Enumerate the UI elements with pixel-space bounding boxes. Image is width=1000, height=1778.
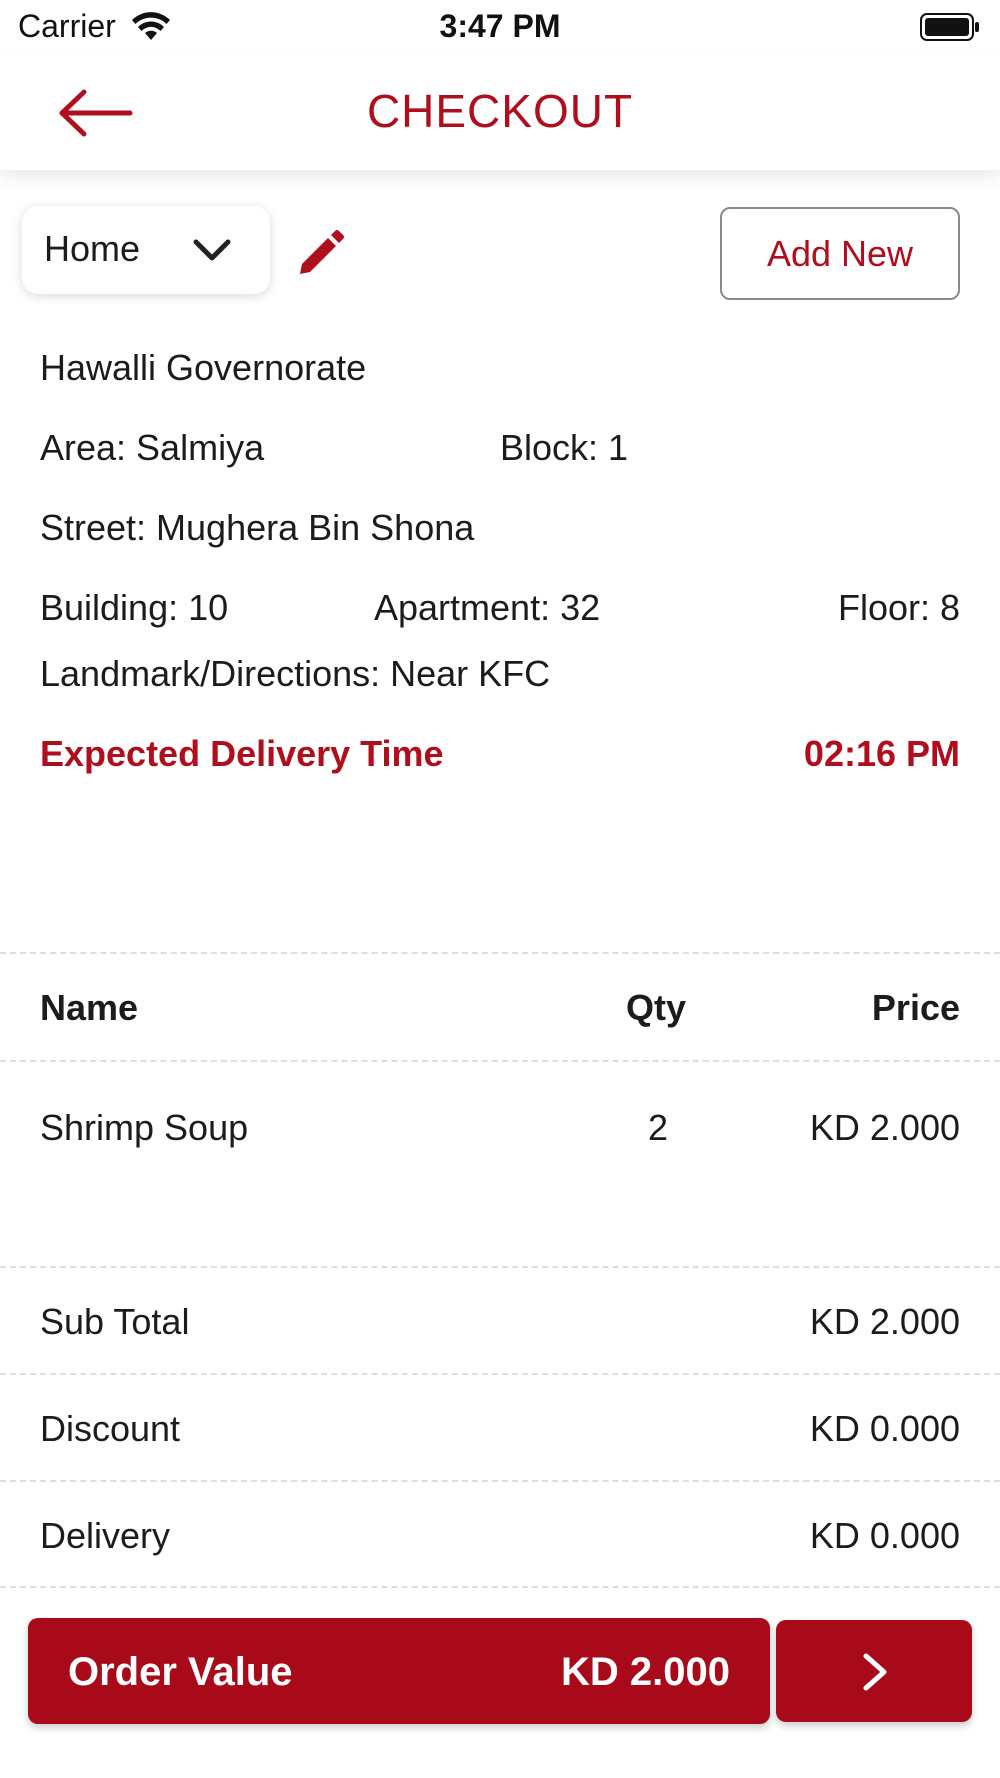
navigation-bar: CHECKOUT [0,56,1000,170]
address-floor: Floor: 8 [837,587,960,628]
address-dropdown-label: Home [44,228,141,269]
address-street: Street: Mughera Bin Shona [40,507,475,548]
address-block: Block: 1 [500,427,629,468]
delivery-time-value: 02:16 PM [803,733,960,774]
order-value-label: Order Value [68,1650,293,1694]
page-title: CHECKOUT [366,85,634,137]
item-price: KD 2.000 [809,1107,960,1148]
delivery-fee-label: Delivery [40,1515,171,1556]
status-bar: Carrier 3:47 PM [0,0,1000,56]
divider [0,1480,1000,1482]
delivery-fee-value: KD 0.000 [809,1515,960,1556]
item-name: Shrimp Soup [40,1107,249,1148]
divider [0,1060,1000,1062]
discount-value: KD 0.000 [809,1408,960,1449]
discount-label: Discount [40,1408,181,1449]
table-header-price: Price [871,987,960,1028]
address-building: Building: 10 [40,587,229,628]
address-governorate: Hawalli Governorate [40,347,367,388]
subtotal-value: KD 2.000 [809,1301,960,1342]
pencil-icon[interactable] [296,228,346,278]
address-dropdown[interactable]: Home [22,206,270,294]
table-header-qty: Qty [626,987,687,1028]
delivery-time-label: Expected Delivery Time [40,733,444,774]
item-qty: 2 [648,1107,669,1148]
address-apartment: Apartment: 32 [374,587,601,628]
chevron-down-icon [193,239,231,261]
table-header-name: Name [40,987,139,1028]
battery-icon [920,13,979,41]
address-landmark: Landmark/Directions: Near KFC [40,653,551,694]
add-new-address-button[interactable]: Add New [720,207,960,300]
address-area: Area: Salmiya [40,427,265,468]
proceed-button[interactable] [776,1620,972,1722]
order-value-amount: KD 2.000 [561,1650,730,1694]
divider [0,1586,1000,1588]
status-time: 3:47 PM [439,8,561,44]
divider [0,1266,1000,1268]
chevron-right-icon [863,1653,887,1691]
divider [0,1373,1000,1375]
subtotal-label: Sub Total [40,1301,190,1342]
divider [0,952,1000,954]
order-value-bar: Order Value KD 2.000 [28,1618,770,1724]
